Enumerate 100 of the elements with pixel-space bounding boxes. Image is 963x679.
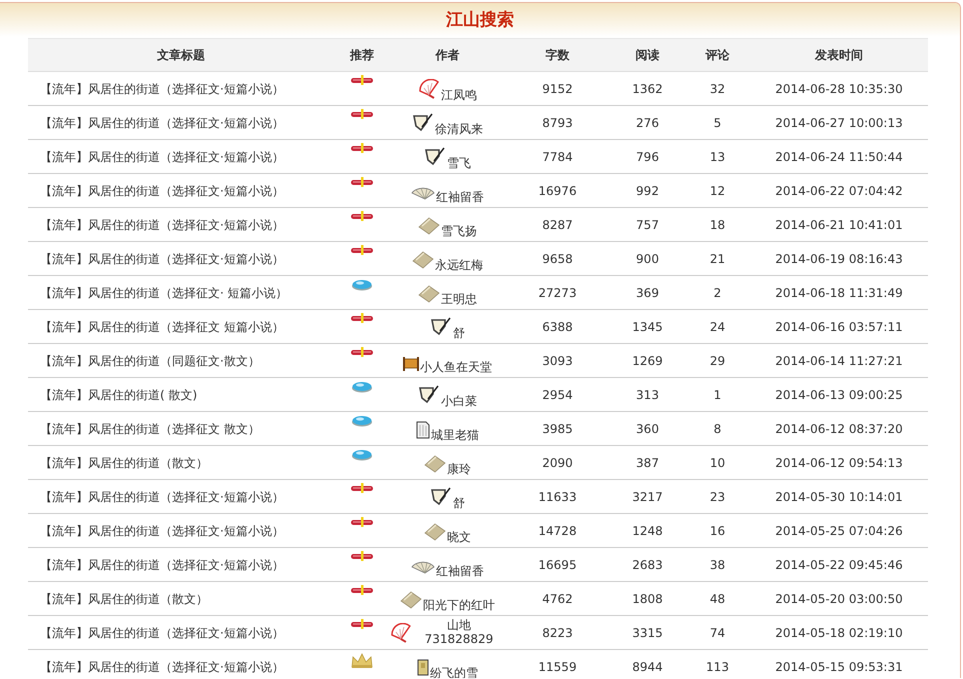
article-link[interactable]: 【流年】风居住的街道（选择征文 散文） (40, 422, 260, 436)
table-cell-text: 796 (635, 150, 660, 164)
table-cell-text: 9658 (541, 252, 574, 266)
author-link[interactable]: 雪飞扬 (441, 224, 477, 238)
table-cell-text: 2014-05-18 02:19:10 (774, 626, 904, 640)
table-cell-text: 2014-05-25 07:04:26 (774, 524, 904, 538)
article-link[interactable]: 【流年】风居住的街道（选择征文·短篇小说） (40, 184, 284, 198)
table-cell-text: 3217 (631, 490, 664, 504)
table-cell-text: 29 (708, 354, 726, 368)
table-cell-text: 360 (635, 422, 660, 436)
article-link[interactable]: 【流年】风居住的街道（选择征文·短篇小说） (40, 252, 284, 266)
table-cell-text: 1345 (631, 320, 664, 334)
author-link[interactable]: 永远红梅 (435, 258, 483, 272)
table-cell-text: 2014-06-21 10:41:01 (774, 218, 904, 232)
author-link[interactable]: 纷飞的雪 (430, 666, 478, 678)
article-link[interactable]: 【流年】风居住的街道( 散文) (40, 388, 198, 402)
article-link[interactable]: 【流年】风居住的街道（同题征文·散文） (40, 354, 260, 368)
table-cell-text: 387 (635, 456, 660, 470)
table-cell-text: 2 (712, 286, 722, 300)
table-cell-text: 32 (708, 82, 726, 96)
table-cell-text: 313 (635, 388, 660, 402)
table-cell-text: 2954 (541, 388, 574, 402)
table-cell-text: 3093 (541, 354, 574, 368)
note-icon (417, 658, 429, 676)
table-cell-text: 2014-06-19 08:16:43 (774, 252, 904, 266)
table-cell-text: 2014-05-22 09:45:46 (774, 558, 904, 572)
pen-icon (412, 112, 434, 132)
book-icon (400, 590, 422, 608)
table-cell-text: 1248 (631, 524, 664, 538)
author-link[interactable]: 红袖留香 (436, 190, 484, 204)
ribbon-icon (350, 211, 374, 221)
ribbon-icon (350, 75, 374, 85)
gem-icon (351, 415, 373, 427)
author-link[interactable]: 红袖留香 (436, 564, 484, 578)
table-cell-text: 2014-06-22 07:04:42 (774, 184, 904, 198)
article-link[interactable]: 【流年】风居住的街道（选择征文·短篇小说） (40, 626, 284, 640)
author-link[interactable]: 江凤鸣 (441, 88, 477, 102)
author-link[interactable]: 小人鱼在天堂 (420, 360, 492, 374)
table-cell-text: 11633 (537, 490, 578, 504)
table-cell-text: 21 (708, 252, 726, 266)
table-cell-text: 38 (708, 558, 726, 572)
author-link[interactable]: 康玲 (447, 462, 471, 476)
gem-icon (351, 279, 373, 291)
article-link[interactable]: 【流年】风居住的街道（选择征文·短篇小说） (40, 524, 284, 538)
column-header: 字数 (544, 48, 570, 62)
table-cell-text: 8223 (541, 626, 574, 640)
table-cell-text: 1362 (631, 82, 664, 96)
author-link[interactable]: 王明忠 (441, 292, 477, 306)
author-link[interactable]: 徐清风来 (435, 122, 483, 136)
article-link[interactable]: 【流年】风居住的街道（选择征文·短篇小说） (40, 150, 284, 164)
author-link[interactable]: 山地731828829 (412, 618, 505, 646)
article-link[interactable]: 【流年】风居住的街道（选择征文· 短篇小说） (40, 286, 288, 300)
table-cell-text: 48 (708, 592, 726, 606)
author-link[interactable]: 晓文 (447, 530, 471, 544)
book-icon (424, 454, 446, 472)
pen-icon (424, 146, 446, 166)
author-link[interactable]: 城里老猫 (431, 428, 479, 442)
table-cell-text: 276 (635, 116, 660, 130)
ribbon-icon (350, 109, 374, 119)
column-header: 评论 (704, 48, 730, 62)
column-header: 发表时间 (814, 48, 864, 62)
ribbon-icon (350, 347, 374, 357)
article-link[interactable]: 【流年】风居住的街道（选择征文·短篇小说） (40, 82, 284, 96)
table-cell-text: 369 (635, 286, 660, 300)
author-link[interactable]: 小白菜 (441, 394, 477, 408)
pen-icon (418, 384, 440, 404)
table-cell-text: 113 (705, 660, 730, 674)
crown-icon (351, 653, 373, 669)
table-cell-text: 2014-06-12 09:54:13 (774, 456, 904, 470)
author-link[interactable]: 雪飞 (447, 156, 471, 170)
article-link[interactable]: 【流年】风居住的街道（选择征文·短篇小说） (40, 116, 284, 130)
book-icon (418, 216, 440, 234)
table-cell-text: 16695 (537, 558, 578, 572)
book-icon (424, 522, 446, 540)
fan-icon (390, 622, 412, 642)
article-link[interactable]: 【流年】风居住的街道（散文） (40, 456, 208, 470)
author-link[interactable]: 阳光下的红叶 (423, 598, 495, 612)
author-link[interactable]: 舒 (453, 326, 465, 340)
gem-icon (351, 449, 373, 461)
article-link[interactable]: 【流年】风居住的街道（选择征文·短篇小说） (40, 660, 284, 674)
table-cell-text: 2014-06-13 09:00:25 (774, 388, 904, 402)
table-cell-text: 2014-06-24 11:50:44 (774, 150, 904, 164)
ribbon-icon (350, 143, 374, 153)
article-link[interactable]: 【流年】风居住的街道（选择征文·短篇小说） (40, 558, 284, 572)
table-cell-text: 2014-06-16 03:57:11 (774, 320, 904, 334)
article-link[interactable]: 【流年】风居住的街道（选择征文 短篇小说） (40, 320, 284, 334)
column-header: 推荐 (348, 48, 375, 62)
table-cell-text: 1269 (631, 354, 664, 368)
table-cell-text: 13 (708, 150, 726, 164)
article-link[interactable]: 【流年】风居住的街道（选择征文·短篇小说） (40, 218, 284, 232)
table-cell-text: 1808 (631, 592, 664, 606)
table-cell-text: 2014-06-14 11:27:21 (774, 354, 904, 368)
table-cell-text: 8287 (541, 218, 574, 232)
author-link[interactable]: 舒 (453, 496, 465, 510)
table-cell-text: 8793 (541, 116, 574, 130)
article-link[interactable]: 【流年】风居住的街道（散文） (40, 592, 208, 606)
article-link[interactable]: 【流年】风居住的街道（选择征文·短篇小说） (40, 490, 284, 504)
table-cell-text: 16976 (537, 184, 578, 198)
ribbon-icon (350, 245, 374, 255)
ribbon-icon (350, 551, 374, 561)
